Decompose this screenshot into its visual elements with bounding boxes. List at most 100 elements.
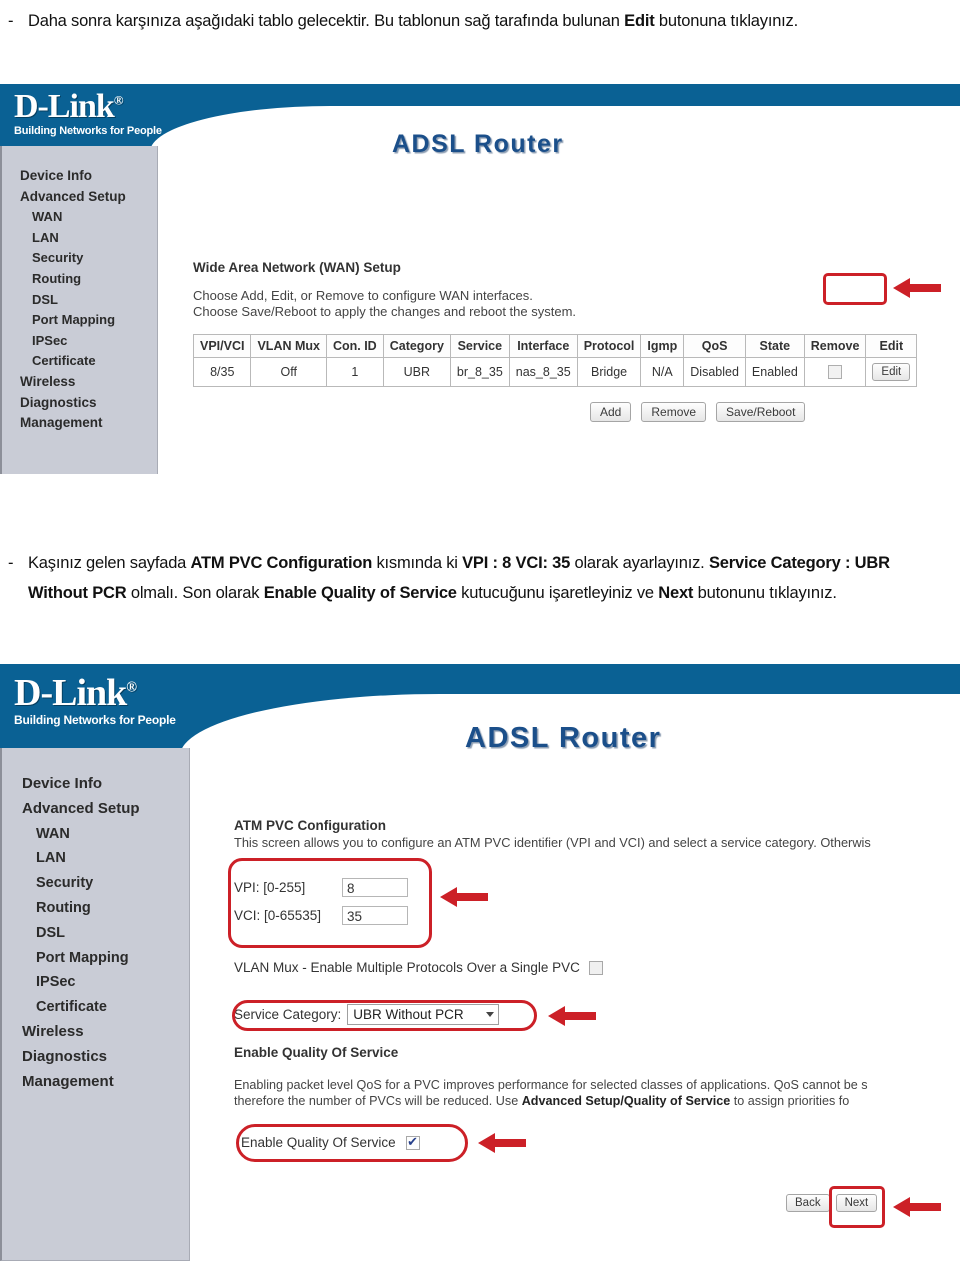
sidebar-item-wan[interactable]: WAN [2,822,189,847]
sidebar-item-wireless[interactable]: Wireless [2,1020,189,1045]
enable-qos-row: Enable Quality Of Service [241,1134,420,1150]
sidebar-item-dsl[interactable]: DSL [2,921,189,946]
sidebar-item-management[interactable]: Management [2,1070,189,1095]
sidebar-item-diagnostics[interactable]: Diagnostics [2,1045,189,1070]
dlink-tagline-2: Building Networks for People [14,713,176,727]
remove-button[interactable]: Remove [641,402,707,422]
chevron-down-icon [486,1012,495,1017]
wan-desc-line-1: Choose Add, Edit, or Remove to configure… [193,288,533,303]
wan-page-description: Choose Add, Edit, or Remove to configure… [193,288,953,320]
sidebar-item-port-mapping[interactable]: Port Mapping [2,310,157,331]
save-reboot-button[interactable]: Save/Reboot [716,402,806,422]
wan-col-protocol: Protocol [576,334,642,358]
instruction-2-segment-10: butonunu tıklayınız. [693,584,837,602]
dlink-wordmark-2: D-Link® [14,672,138,714]
instruction-1-text: Daha sonra karşınıza aşağıdaki tablo gel… [28,6,930,36]
instruction-2-segment-3: VPI : 8 VCI: 35 [462,554,571,572]
vlan-mux-checkbox[interactable] [588,960,603,975]
instruction-1-segment-2: butonuna tıklayınız. [654,12,798,30]
instruction-2-segment-0: Kaşınız gelen sayfada [28,554,191,572]
qos-desc-line-1: Enabling packet level QoS for a PVC impr… [234,1078,868,1092]
instruction-2-segment-2: kısmında ki [372,554,463,572]
sidebar-item-lan[interactable]: LAN [2,846,189,871]
service-category-value: UBR Without PCR [353,1007,464,1022]
sidebar-item-lan[interactable]: LAN [2,228,157,249]
pvc-nav-buttons: Back Next [786,1194,878,1212]
instruction-1-segment-0: Daha sonra karşınıza aşağıdaki tablo gel… [28,12,625,30]
vci-row: VCI: [0-65535] 35 [234,901,960,929]
wan-table-head: VPI/VCI VLAN Mux Con. ID Category Service Int… [192,334,918,358]
wan-table-header-row: VPI/VCI VLAN Mux Con. ID Category Service Int… [192,334,918,358]
enable-qos-label: Enable Quality Of Service [241,1135,396,1150]
enable-qos-checkbox[interactable] [405,1134,420,1150]
sidebar-item-security[interactable]: Security [2,871,189,896]
wan-col-vlan-mux: VLAN Mux [250,334,327,358]
instruction-2-text: Kaşınız gelen sayfada ATM PVC Configurat… [28,548,930,608]
vpi-input[interactable]: 8 [342,877,408,897]
qos-desc-2a: therefore the number of PVCs will be red… [234,1094,522,1108]
dlink-logo-1: D-Link® Building Networks for People [14,90,162,137]
sidebar-item-device-info[interactable]: Device Info [2,772,189,797]
remove-checkbox[interactable] [828,365,843,380]
instruction-2-segment-1: ATM PVC Configuration [190,554,373,572]
cell-remove [803,357,867,387]
instruction-paragraph-2: - Kaşınız gelen sayfada ATM PVC Configur… [0,548,930,608]
sidebar-item-port-mapping[interactable]: Port Mapping [2,946,189,971]
instruction-2-segment-8: kutucuğunu işaretleyiniz ve [456,584,659,602]
vlan-mux-row: VLAN Mux - Enable Multiple Protocols Ove… [234,960,603,975]
instruction-1-segment-1: Edit [624,12,655,30]
dlink-tagline-1: Building Networks for People [14,125,162,137]
sidebar-item-wireless[interactable]: Wireless [2,372,157,393]
sidebar-item-ipsec[interactable]: IPSec [2,331,157,352]
wan-col-igmp: Igmp [640,334,685,358]
atm-pvc-content: ATM PVC Configuration This screen allows… [234,818,960,929]
sidebar-item-diagnostics[interactable]: Diagnostics [2,393,157,414]
sidebar-nav-2: Device Info Advanced Setup WAN LAN Security R… [2,748,189,1094]
instruction-2-segment-7: Enable Quality of Service [263,584,457,602]
cell-service: br_8_35 [449,357,510,387]
back-button[interactable]: Back [786,1194,830,1212]
sidebar-item-routing[interactable]: Routing [2,269,157,290]
sidebar-item-routing[interactable]: Routing [2,896,189,921]
service-category-select[interactable]: UBR Without PCR [347,1004,500,1025]
bullet-dash: - [8,12,14,30]
sidebar-item-wan[interactable]: WAN [2,207,157,228]
service-category-label: Service Category: [234,1007,342,1022]
atm-pvc-description: This screen allows you to configure an A… [234,835,871,850]
sidebar-item-advanced-setup[interactable]: Advanced Setup [2,187,157,208]
vci-input[interactable]: 35 [342,905,408,925]
atm-pvc-page-title: ATM PVC Configuration [234,818,386,833]
sidebar-item-security[interactable]: Security [2,248,157,269]
vpi-label: VPI: [0-255] [234,879,306,895]
wan-col-qos: QoS [683,334,746,358]
wan-col-edit: Edit [865,334,918,358]
sidebar-item-certificate[interactable]: Certificate [2,995,189,1020]
add-button[interactable]: Add [590,402,632,422]
qos-description: Enabling packet level QoS for a PVC impr… [234,1077,960,1109]
wan-col-remove: Remove [803,334,867,358]
cell-edit: Edit [865,357,918,387]
sidebar-item-ipsec[interactable]: IPSec [2,970,189,995]
sidebar-item-advanced-setup[interactable]: Advanced Setup [2,797,189,822]
sidebar-item-certificate[interactable]: Certificate [2,351,157,372]
sidebar-item-device-info[interactable]: Device Info [2,166,157,187]
qos-desc-2b: Advanced Setup/Quality of Service [521,1094,731,1108]
next-button[interactable]: Next [835,1194,878,1212]
sidebar-nav-1: Device Info Advanced Setup WAN LAN Security R… [2,146,157,434]
wan-col-state: State [744,334,805,358]
sidebar-item-dsl[interactable]: DSL [2,290,157,311]
vpi-row: VPI: [0-255] 8 [234,873,960,901]
wan-col-interface: Interface [508,334,578,358]
table-row: 8/35 Off 1 UBR br_8_35 nas_8_35 Bridge N/A Disab… [192,357,918,387]
qos-desc-2c: to assign priorities fo [730,1094,850,1108]
pvc-identifier-fields: VPI: [0-255] 8 VCI: [0-65535] 35 [234,873,960,929]
sidebar-item-management[interactable]: Management [2,413,157,434]
wan-interfaces-table: VPI/VCI VLAN Mux Con. ID Category Service Int… [192,334,918,387]
qos-section-heading: Enable Quality Of Service [234,1045,399,1060]
edit-button[interactable]: Edit [872,363,911,381]
cell-qos: Disabled [683,357,746,387]
registered-trademark-icon-2: ® [126,679,138,696]
cell-protocol: Bridge [576,357,642,387]
cell-category: UBR [382,357,451,387]
wan-col-vpi-vci: VPI/VCI [192,334,252,358]
